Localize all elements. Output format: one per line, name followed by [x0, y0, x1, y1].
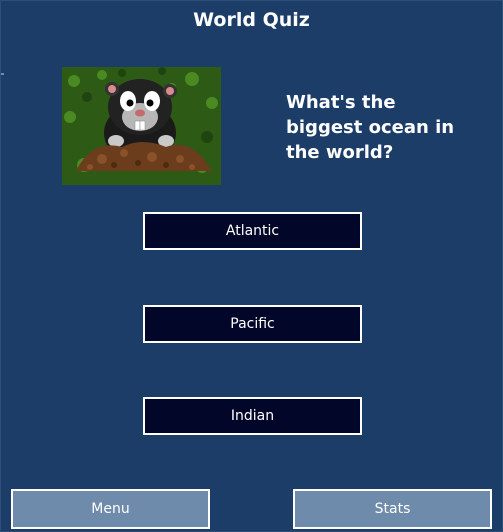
menu-button[interactable]: Menu [11, 489, 210, 529]
answer-button-indian[interactable]: Indian [143, 397, 362, 435]
answer-label: Pacific [230, 316, 275, 332]
menu-label: Menu [91, 501, 130, 517]
app-title: World Quiz [193, 9, 310, 31]
answer-label: Indian [230, 408, 275, 424]
stats-button[interactable]: Stats [293, 489, 492, 529]
mole-mascot-icon [62, 67, 221, 185]
question-text: What's the biggest ocean in the world? [286, 92, 455, 163]
stats-label: Stats [374, 501, 411, 517]
quiz-window: World Quiz What's the biggest ocean in t… [0, 0, 503, 532]
answer-button-atlantic[interactable]: Atlantic [143, 212, 362, 250]
answer-button-pacific[interactable]: Pacific [143, 305, 362, 343]
window-edge-mark [1, 73, 4, 75]
answer-label: Atlantic [225, 223, 280, 239]
